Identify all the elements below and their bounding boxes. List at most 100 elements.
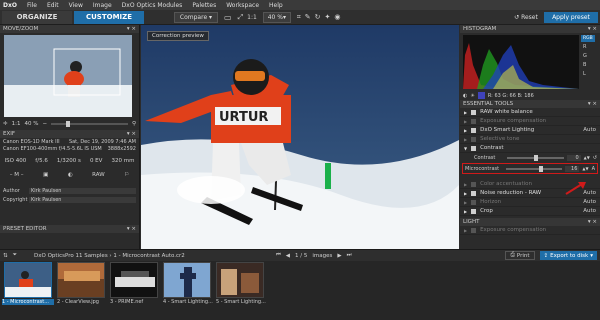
tool-toggle-icon[interactable] — [471, 145, 477, 151]
tool-contrast[interactable]: ▼ Contrast — [460, 144, 600, 153]
tool-raw-white-balance[interactable]: ▶ RAW white balance — [460, 108, 600, 117]
zoom-slider[interactable] — [51, 120, 128, 127]
last-image-icon[interactable]: ⏭ — [347, 252, 352, 259]
fit-zoom-icon[interactable]: ✛ — [3, 121, 8, 127]
tool-toggle-icon[interactable] — [471, 208, 477, 214]
tool-toggle-icon[interactable] — [471, 136, 477, 142]
zoom-slider-handle[interactable] — [66, 120, 71, 127]
view-mode-icon[interactable]: ▭ — [224, 13, 232, 22]
tool-selective-tone[interactable]: ▶ Selective tone — [460, 135, 600, 144]
navigator-preview[interactable] — [4, 35, 132, 117]
thumbnail-2[interactable] — [57, 262, 105, 298]
contrast-stepper-icon[interactable]: ▲▼ — [584, 155, 590, 160]
repair-icon[interactable]: ✦ — [325, 13, 331, 21]
export-dropdown-icon[interactable]: ▾ — [590, 253, 593, 259]
thumbnail-3[interactable] — [110, 262, 158, 298]
essential-tools-controls-icon[interactable]: ▾ × — [588, 101, 597, 107]
copyright-field[interactable]: Kirk Paulsen — [29, 196, 136, 203]
light-controls-icon[interactable]: ▾ × — [588, 219, 597, 225]
zoom-out-icon[interactable]: − — [42, 121, 47, 127]
nav-zoom-value[interactable]: 40 % — [24, 121, 38, 127]
rotate-icon[interactable]: ↻ — [315, 13, 321, 21]
compare-button[interactable]: Compare ▾ — [174, 11, 218, 23]
menu-optics-modules[interactable]: DxO Optics Modules — [122, 2, 183, 9]
histogram-controls-icon[interactable]: ▾ × — [588, 26, 597, 32]
tool-toggle-icon[interactable] — [471, 109, 477, 115]
menu-palettes[interactable]: Palettes — [192, 2, 216, 9]
print-button[interactable]: ⎙ Print — [505, 251, 535, 260]
breadcrumb[interactable]: DxO OpticsPro 11 Samples › 1 - Microcont… — [34, 253, 185, 259]
light-exposure-compensation[interactable]: ▶ Exposure compensation — [460, 226, 600, 235]
exif-controls-icon[interactable]: ▾ × — [127, 131, 136, 137]
expand-icon[interactable]: ▶ — [464, 200, 467, 205]
menu-workspace[interactable]: Workspace — [226, 2, 259, 9]
tool-horizon[interactable]: ▶ Horizon Auto — [460, 198, 600, 207]
thumbnail-4[interactable] — [163, 262, 211, 298]
menu-image[interactable]: Image — [93, 2, 112, 9]
contrast-value[interactable]: 0 — [566, 154, 581, 161]
tab-customize[interactable]: CUSTOMIZE — [74, 10, 144, 24]
author-field[interactable]: Kirk Paulsen — [29, 187, 136, 194]
expand-icon[interactable]: ▶ — [464, 182, 467, 187]
menu-file[interactable]: File — [27, 2, 37, 9]
export-button[interactable]: ⇪ Export to disk ▾ — [539, 251, 597, 260]
zoom-select[interactable]: 40 % ▾ — [262, 11, 291, 23]
menu-view[interactable]: View — [69, 2, 83, 9]
light-header[interactable]: LIGHT ▾ × — [460, 218, 600, 226]
channel-g[interactable]: G — [581, 52, 595, 60]
tool-toggle-icon[interactable] — [471, 199, 477, 205]
panel-controls-icon[interactable]: ▾ × — [127, 26, 136, 32]
fit-icon[interactable]: ⤢ — [238, 13, 244, 22]
sort-icon[interactable]: ⇅ — [3, 253, 8, 259]
tool-exposure-compensation[interactable]: ▶ Exposure compensation — [460, 117, 600, 126]
one-to-one-icon[interactable]: 1:1 — [247, 14, 257, 21]
tool-crop[interactable]: ▶ Crop Auto — [460, 207, 600, 216]
expand-icon[interactable]: ▶ — [464, 119, 467, 124]
correction-preview-button[interactable]: Correction preview — [147, 31, 209, 41]
image-viewer[interactable]: URTUR Correction preview — [141, 25, 459, 249]
prev-image-icon[interactable]: ◀ — [286, 253, 290, 259]
channel-l[interactable]: L — [581, 70, 595, 78]
thumbnail-1[interactable] — [4, 262, 52, 298]
next-image-icon[interactable]: ▶ — [337, 253, 341, 259]
zoom-search-icon[interactable]: ⚲ — [132, 121, 136, 127]
contrast-slider-handle[interactable] — [534, 154, 539, 161]
microcontrast-stepper-icon[interactable]: ▲▼ — [582, 166, 588, 171]
tool-smart-lighting[interactable]: ▶ DxO Smart Lighting Auto — [460, 126, 600, 135]
apply-preset-button[interactable]: Apply preset — [544, 11, 598, 23]
tool-toggle-icon[interactable] — [471, 118, 477, 124]
tool-toggle-icon[interactable] — [471, 190, 477, 196]
preset-controls-icon[interactable]: ▾ × — [127, 226, 136, 232]
crop-icon[interactable]: ⌗ — [297, 13, 301, 22]
expand-icon[interactable]: ▶ — [464, 228, 467, 233]
one-to-one-zoom-label[interactable]: 1:1 — [12, 121, 21, 127]
microcontrast-auto-icon[interactable]: A — [592, 166, 595, 172]
menu-edit[interactable]: Edit — [47, 2, 59, 9]
channel-b[interactable]: B — [581, 61, 595, 69]
tool-toggle-icon[interactable] — [471, 127, 477, 133]
channel-rgb[interactable]: RGB — [581, 35, 595, 42]
first-image-icon[interactable]: ⏮ — [276, 252, 281, 259]
filter-icon[interactable]: ⏷ — [13, 252, 17, 259]
microcontrast-value[interactable]: 16 — [565, 165, 580, 172]
reset-button[interactable]: ↺ Reset — [508, 12, 544, 23]
microcontrast-slider[interactable] — [506, 165, 563, 172]
menu-help[interactable]: Help — [269, 2, 283, 9]
highlight-clip-icon[interactable]: ☀ — [470, 93, 474, 99]
thumbnail-5[interactable] — [216, 262, 264, 298]
expand-icon[interactable]: ▶ — [464, 128, 467, 133]
expand-icon[interactable]: ▶ — [464, 110, 467, 115]
expand-icon[interactable]: ▶ — [464, 137, 467, 142]
tab-organize[interactable]: ORGANIZE — [2, 10, 72, 24]
eyedropper-icon[interactable]: ✎ — [305, 13, 311, 21]
eye-icon[interactable]: ◉ — [334, 13, 340, 21]
tool-toggle-icon[interactable] — [471, 227, 477, 233]
preset-editor-header[interactable]: PRESET EDITOR ▾ × — [0, 225, 139, 233]
microcontrast-slider-handle[interactable] — [538, 165, 543, 172]
contrast-slider[interactable] — [507, 154, 564, 161]
expand-icon[interactable]: ▶ — [464, 191, 467, 196]
tool-toggle-icon[interactable] — [471, 181, 477, 187]
shadow-clip-icon[interactable]: ◐ — [463, 93, 467, 99]
collapse-icon[interactable]: ▼ — [464, 146, 467, 151]
expand-icon[interactable]: ▶ — [464, 209, 467, 214]
